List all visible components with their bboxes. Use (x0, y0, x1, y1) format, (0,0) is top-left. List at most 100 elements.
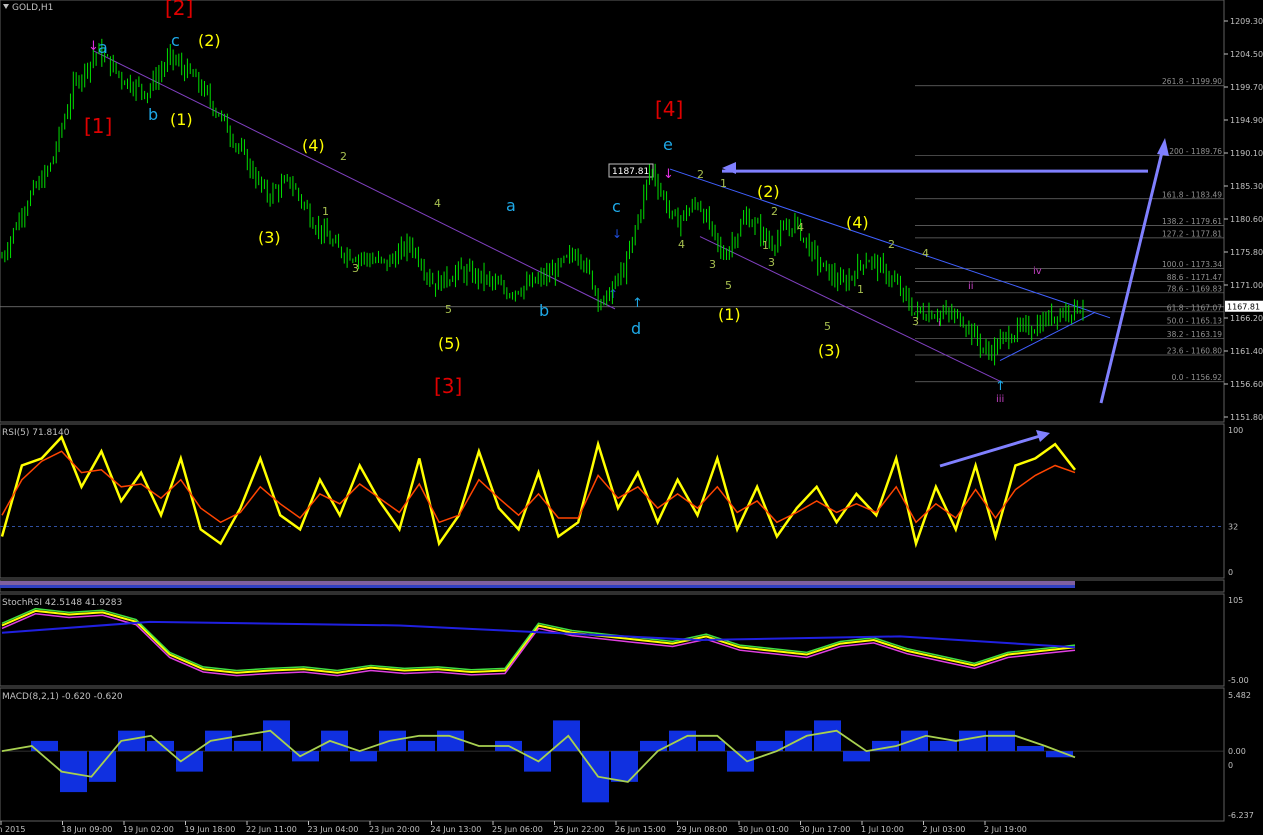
fib-label: 61.8 - 1167.07 (1167, 303, 1222, 312)
wave-label-yellow: (4) (302, 136, 325, 155)
time-tick-label: 30 Jun 17:00 (800, 825, 851, 834)
time-tick-label: 24 Jun 13:00 (431, 825, 482, 834)
macd-histogram-bar (959, 730, 986, 752)
wave-label-olive: 3 (352, 262, 359, 275)
time-tick-label: 19 Jun 02:00 (123, 825, 174, 834)
fib-label: 38.2 - 1163.19 (1167, 330, 1222, 339)
price-tick-label: 1199.70 (1230, 83, 1263, 92)
macd-histogram-bar (930, 740, 957, 752)
macd-histogram-bar (814, 720, 841, 752)
rsi-pane (0, 423, 1225, 579)
macd-label: MACD(8,2,1) -0.620 -0.620 (2, 692, 123, 702)
macd-histogram-bar (669, 730, 696, 752)
macd-histogram-bar (611, 751, 638, 782)
time-tick-label: 23 Jun 20:00 (369, 825, 420, 834)
stochrsi-line (1, 607, 1076, 672)
price-tick-label: 1151.80 (1230, 413, 1263, 422)
fib-label: 23.6 - 1160.80 (1167, 347, 1222, 356)
down-arrow-marker: ↓ (612, 227, 622, 241)
mini-band (0, 585, 1075, 588)
drawings: 1187.81↓↓↑↑↓↑ (88, 39, 1169, 468)
wave-label-yellow: (3) (818, 341, 841, 360)
price-tick-label: 1190.10 (1230, 149, 1263, 158)
chart-window[interactable]: GOLD,H1 1209.30 1204.50 1199.70 1194.90 1190… (0, 0, 1263, 835)
wave-label-magenta: i (938, 318, 941, 329)
wave-label-olive: 1 (762, 239, 769, 252)
wave-label-olive: 1 (720, 177, 727, 190)
time-tick-label: 2 Jul 03:00 (923, 825, 966, 834)
wave-label-olive: 4 (797, 221, 804, 234)
wave-label-red: [4] (655, 97, 683, 121)
wave-label-cyan: d (631, 319, 641, 338)
wave-label-olive: 2 (340, 150, 347, 163)
rsi-lines: 100 32 0 (0, 426, 1243, 588)
wave-label-magenta: iii (996, 394, 1004, 405)
wave-label-olive: 5 (824, 320, 831, 333)
wave-label-cyan: a (506, 196, 516, 215)
mini-band (0, 581, 1075, 585)
price-axis: 1209.30 1204.50 1199.70 1194.90 1190.10 1185.… (0, 17, 1263, 422)
wave-label-magenta: iv (1033, 266, 1042, 277)
wave-labels: [2] [1] [4] [3] a c b e a c b d (2) (1) (4) (3) (5) (2) (4… (84, 0, 1042, 405)
price-tick-label: 1156.60 (1230, 380, 1263, 389)
stochrsi-tick-label: -5.00 (1228, 676, 1249, 685)
wave-label-cyan: b (539, 301, 549, 320)
time-tick-label: 25 Jun 06:00 (492, 825, 543, 834)
macd-histogram-bar (1017, 746, 1044, 752)
wave-label-yellow: (4) (846, 213, 869, 232)
price-tick-label: 1185.30 (1230, 182, 1263, 191)
macd-histogram-bar (234, 740, 261, 752)
fib-label: 200 - 1189.76 (1169, 147, 1222, 156)
fib-label: 161.8 - 1183.49 (1162, 190, 1222, 199)
macd-histogram-bar (350, 751, 377, 762)
wave-label-olive: 2 (697, 168, 704, 181)
stochrsi-lines: 105 -5.00 (1, 596, 1249, 685)
fib-label: 78.6 - 1169.83 (1167, 284, 1222, 293)
rsi-tick-label: 100 (1228, 426, 1243, 435)
wave-label-magenta: ii (968, 281, 974, 292)
wave-label-red: [2] (165, 0, 193, 20)
wave-label-olive: 4 (434, 197, 441, 210)
price-box-label: 1187.81 (612, 167, 649, 177)
wave-label-olive: 1 (857, 283, 864, 296)
fib-label: 100.0 - 1173.34 (1162, 260, 1222, 269)
macd-histogram-bar (727, 751, 754, 772)
macd-histogram-bar (988, 730, 1015, 752)
wave-label-olive: 5 (445, 303, 452, 316)
wave-label-olive: 2 (771, 205, 778, 218)
wave-label-olive: 2 (888, 238, 895, 251)
stochrsi-line (1, 609, 1076, 674)
rsi-series-line (0, 434, 1076, 549)
rsi-tick-label: 32 (1228, 523, 1238, 532)
macd-histogram-bar (89, 751, 116, 782)
price-tick-label: 1194.90 (1230, 116, 1263, 125)
fib-label: 138.2 - 1179.61 (1162, 217, 1222, 226)
up-arrow-marker: ↑ (995, 379, 1006, 394)
arrow-head (1036, 430, 1050, 442)
fib-label: 50.0 - 1165.13 (1167, 317, 1222, 326)
wave-label-red: [3] (434, 374, 462, 398)
macd-histogram-bar (640, 740, 667, 752)
time-tick-label: 18 Jun 09:00 (62, 825, 113, 834)
time-tick-label: Jun 2015 (0, 825, 25, 834)
time-axis: Jun 2015 18 Jun 09:00 19 Jun 02:00 19 Jun 1… (0, 821, 1027, 834)
macd-histogram-bar (698, 740, 725, 752)
price-tick-label: 1166.20 (1230, 314, 1263, 323)
chart-canvas[interactable]: GOLD,H1 1209.30 1204.50 1199.70 1194.90 1190… (0, 0, 1263, 835)
wave-label-cyan: c (171, 31, 180, 50)
macd-histogram-bar (147, 740, 174, 752)
rsi-tick-label: 0 (1228, 568, 1233, 577)
fib-label: 88.6 - 1171.47 (1167, 273, 1222, 282)
time-tick-label: 25 Jun 22:00 (554, 825, 605, 834)
chart-title-group: GOLD,H1 (3, 3, 53, 13)
wave-label-yellow: (2) (198, 31, 221, 50)
wave-label-cyan: a (98, 38, 108, 57)
wave-label-olive: 3 (912, 315, 919, 328)
wave-label-olive: 4 (922, 247, 929, 260)
wave-label-olive: 3 (768, 256, 775, 269)
stochrsi-label: StochRSI 42.5148 41.9283 (2, 598, 122, 608)
price-tick-label: 1171.00 (1230, 281, 1263, 290)
macd-tick-label: 0 (1228, 761, 1233, 770)
price-tick-label: 1204.50 (1230, 50, 1263, 59)
macd-histogram-bar (408, 740, 435, 752)
